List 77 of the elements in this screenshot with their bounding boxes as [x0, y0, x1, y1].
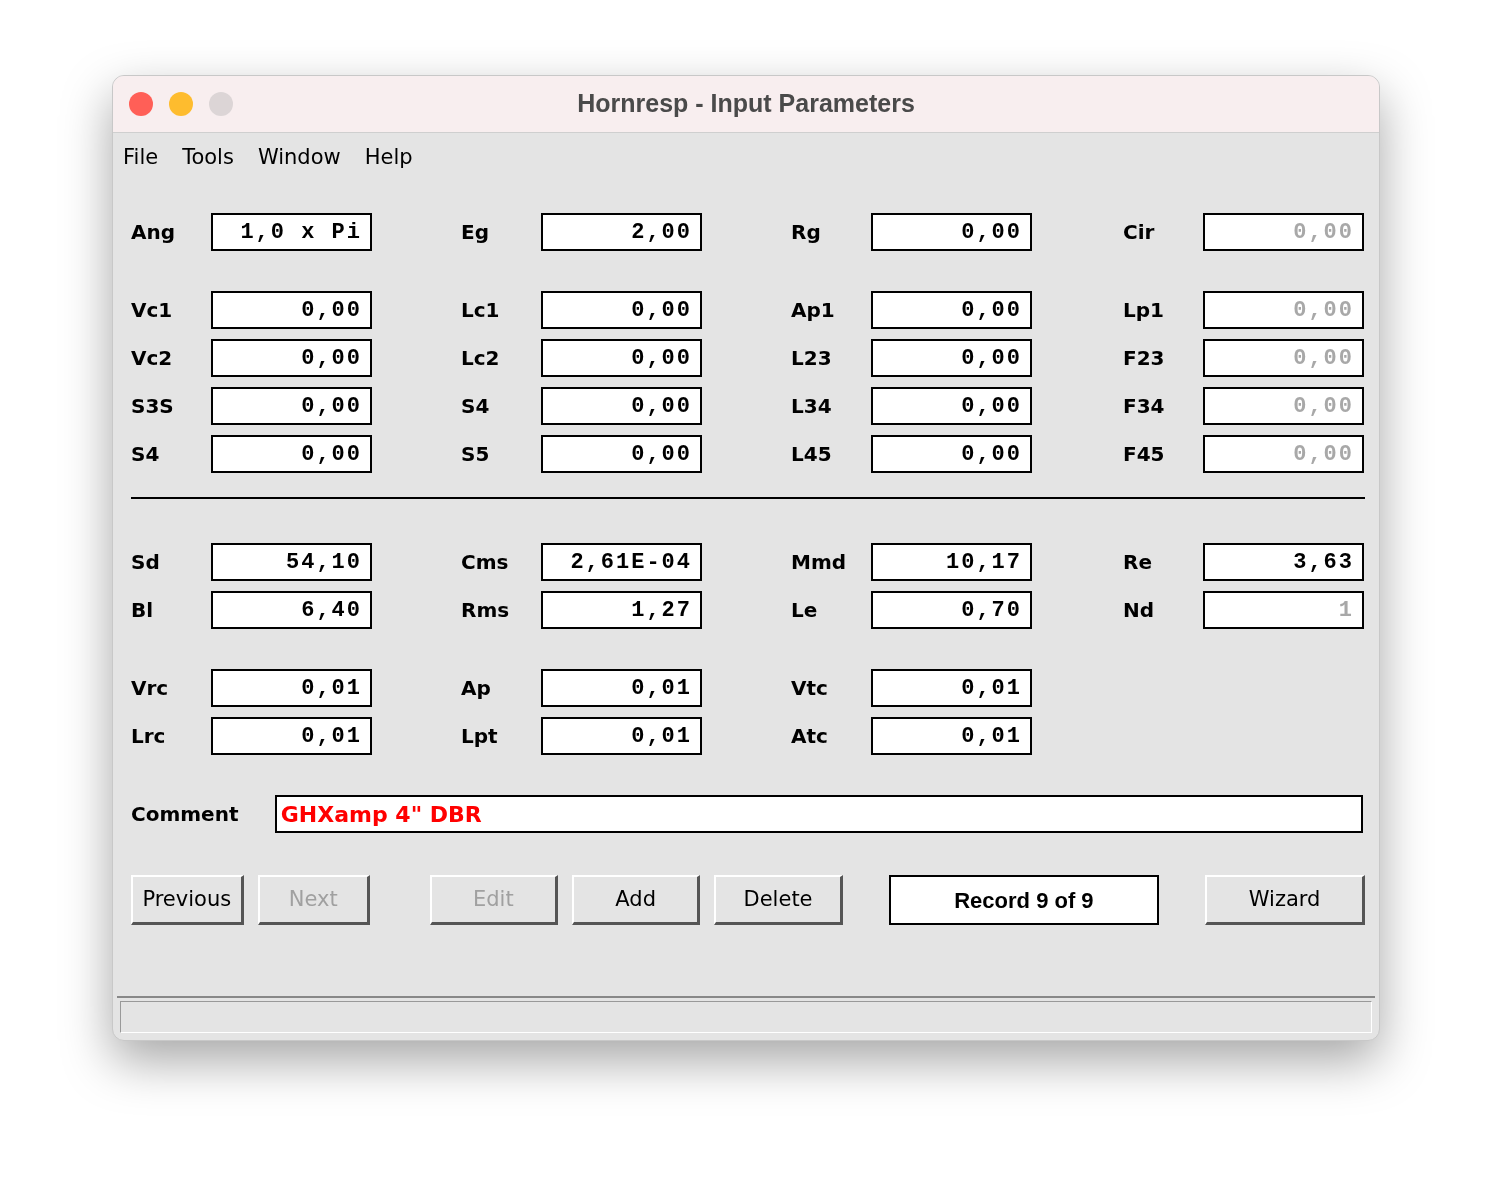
input-field[interactable]: 2,61E-04: [541, 543, 702, 581]
input-field[interactable]: 1,27: [541, 591, 702, 629]
field-label: Ap: [461, 675, 492, 702]
field-label: Vc2: [131, 345, 174, 372]
field-label: F23: [1123, 345, 1166, 372]
input-field[interactable]: 0,00: [211, 291, 372, 329]
field-label: Sd: [131, 549, 161, 576]
input-field[interactable]: 0,00: [871, 339, 1032, 377]
field-label: Nd: [1123, 597, 1156, 624]
field-label: Ap1: [791, 297, 836, 324]
minimize-icon[interactable]: [169, 92, 193, 116]
input-field[interactable]: 0,01: [541, 669, 702, 707]
input-field[interactable]: 1,0 x Pi: [211, 213, 372, 251]
field-label: Rms: [461, 597, 511, 624]
input-field[interactable]: 2,00: [541, 213, 702, 251]
menu-item[interactable]: Help: [364, 142, 413, 174]
field-label: Vtc: [791, 675, 829, 702]
input-field[interactable]: 0,01: [211, 669, 372, 707]
input-field[interactable]: 0,00: [211, 339, 372, 377]
field-label: Lc2: [461, 345, 501, 372]
input-field[interactable]: 0,00: [541, 387, 702, 425]
menu-item[interactable]: File: [123, 142, 159, 174]
field-label: Cms: [461, 549, 510, 576]
toolbar-button[interactable]: Previous: [131, 875, 244, 925]
close-icon[interactable]: [129, 92, 153, 116]
comment-label: Comment: [131, 801, 240, 828]
field-label: S4: [461, 393, 491, 420]
field-label: L34: [791, 393, 833, 420]
field-label: Cir: [1123, 219, 1156, 246]
input-field[interactable]: 0,00: [871, 387, 1032, 425]
field-label: Lc1: [461, 297, 501, 324]
field-label: Vrc: [131, 675, 170, 702]
input-field[interactable]: 0,01: [541, 717, 702, 755]
field-label: S4: [131, 441, 161, 468]
field-label: S5: [461, 441, 491, 468]
field-label: F45: [1123, 441, 1166, 468]
input-field[interactable]: 0,01: [871, 669, 1032, 707]
input-field[interactable]: 0,00: [541, 291, 702, 329]
input-field[interactable]: 0,00: [541, 435, 702, 473]
toolbar-button[interactable]: Add: [572, 875, 701, 925]
toolbar-button[interactable]: Delete: [714, 875, 843, 925]
input-field[interactable]: 0,01: [871, 717, 1032, 755]
field-label: Lpt: [461, 723, 499, 750]
input-field[interactable]: 10,17: [871, 543, 1032, 581]
input-field[interactable]: 54,10: [211, 543, 372, 581]
window-title: Hornresp - Input Parameters: [577, 88, 915, 120]
field-label: Vc1: [131, 297, 174, 324]
field-label: Le: [791, 597, 819, 624]
field-label: F34: [1123, 393, 1166, 420]
input-field[interactable]: 3,63: [1203, 543, 1364, 581]
input-field[interactable]: 0,01: [211, 717, 372, 755]
field-label: Ang: [131, 219, 177, 246]
comment-field[interactable]: GHXamp 4" DBR: [274, 795, 1363, 833]
record-counter: Record 9 of 9: [888, 875, 1160, 925]
menu-item[interactable]: Tools: [182, 142, 234, 174]
field-label: L23: [791, 345, 833, 372]
field-label: Re: [1123, 549, 1153, 576]
input-field[interactable]: 0,00: [541, 339, 702, 377]
field-label: S3S: [131, 393, 175, 420]
input-field[interactable]: 0,00: [211, 435, 372, 473]
input-field[interactable]: 6,40: [211, 591, 372, 629]
field-label: Lp1: [1123, 297, 1165, 324]
field-label: Eg: [461, 219, 490, 246]
input-field[interactable]: 0,70: [871, 591, 1032, 629]
menu-item[interactable]: Window: [257, 142, 341, 174]
toolbar-button[interactable]: Wizard: [1205, 875, 1365, 925]
field-label: Mmd: [791, 549, 848, 576]
input-field[interactable]: 0,00: [871, 213, 1032, 251]
input-field[interactable]: 0,00: [211, 387, 372, 425]
field-label: Rg: [791, 219, 822, 246]
input-field[interactable]: 0,00: [871, 435, 1032, 473]
field-label: Atc: [791, 723, 829, 750]
field-label: Bl: [131, 597, 155, 624]
field-label: L45: [791, 441, 833, 468]
field-label: Lrc: [131, 723, 167, 750]
zoom-icon[interactable]: [209, 92, 233, 116]
input-field[interactable]: 0,00: [871, 291, 1032, 329]
